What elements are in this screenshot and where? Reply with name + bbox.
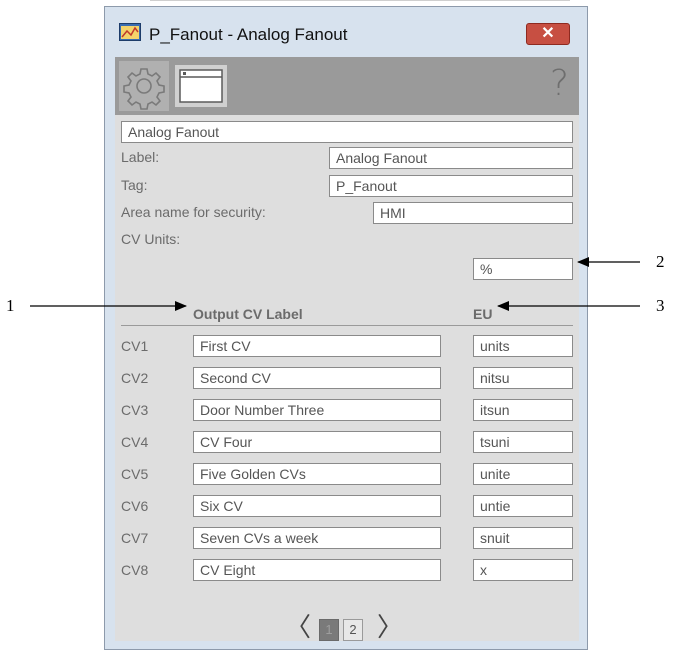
callout-3-label: 3 [656, 296, 665, 315]
callout-arrows [30, 257, 640, 311]
callout-2-label: 2 [656, 252, 665, 271]
callout-1-label: 1 [6, 296, 15, 315]
